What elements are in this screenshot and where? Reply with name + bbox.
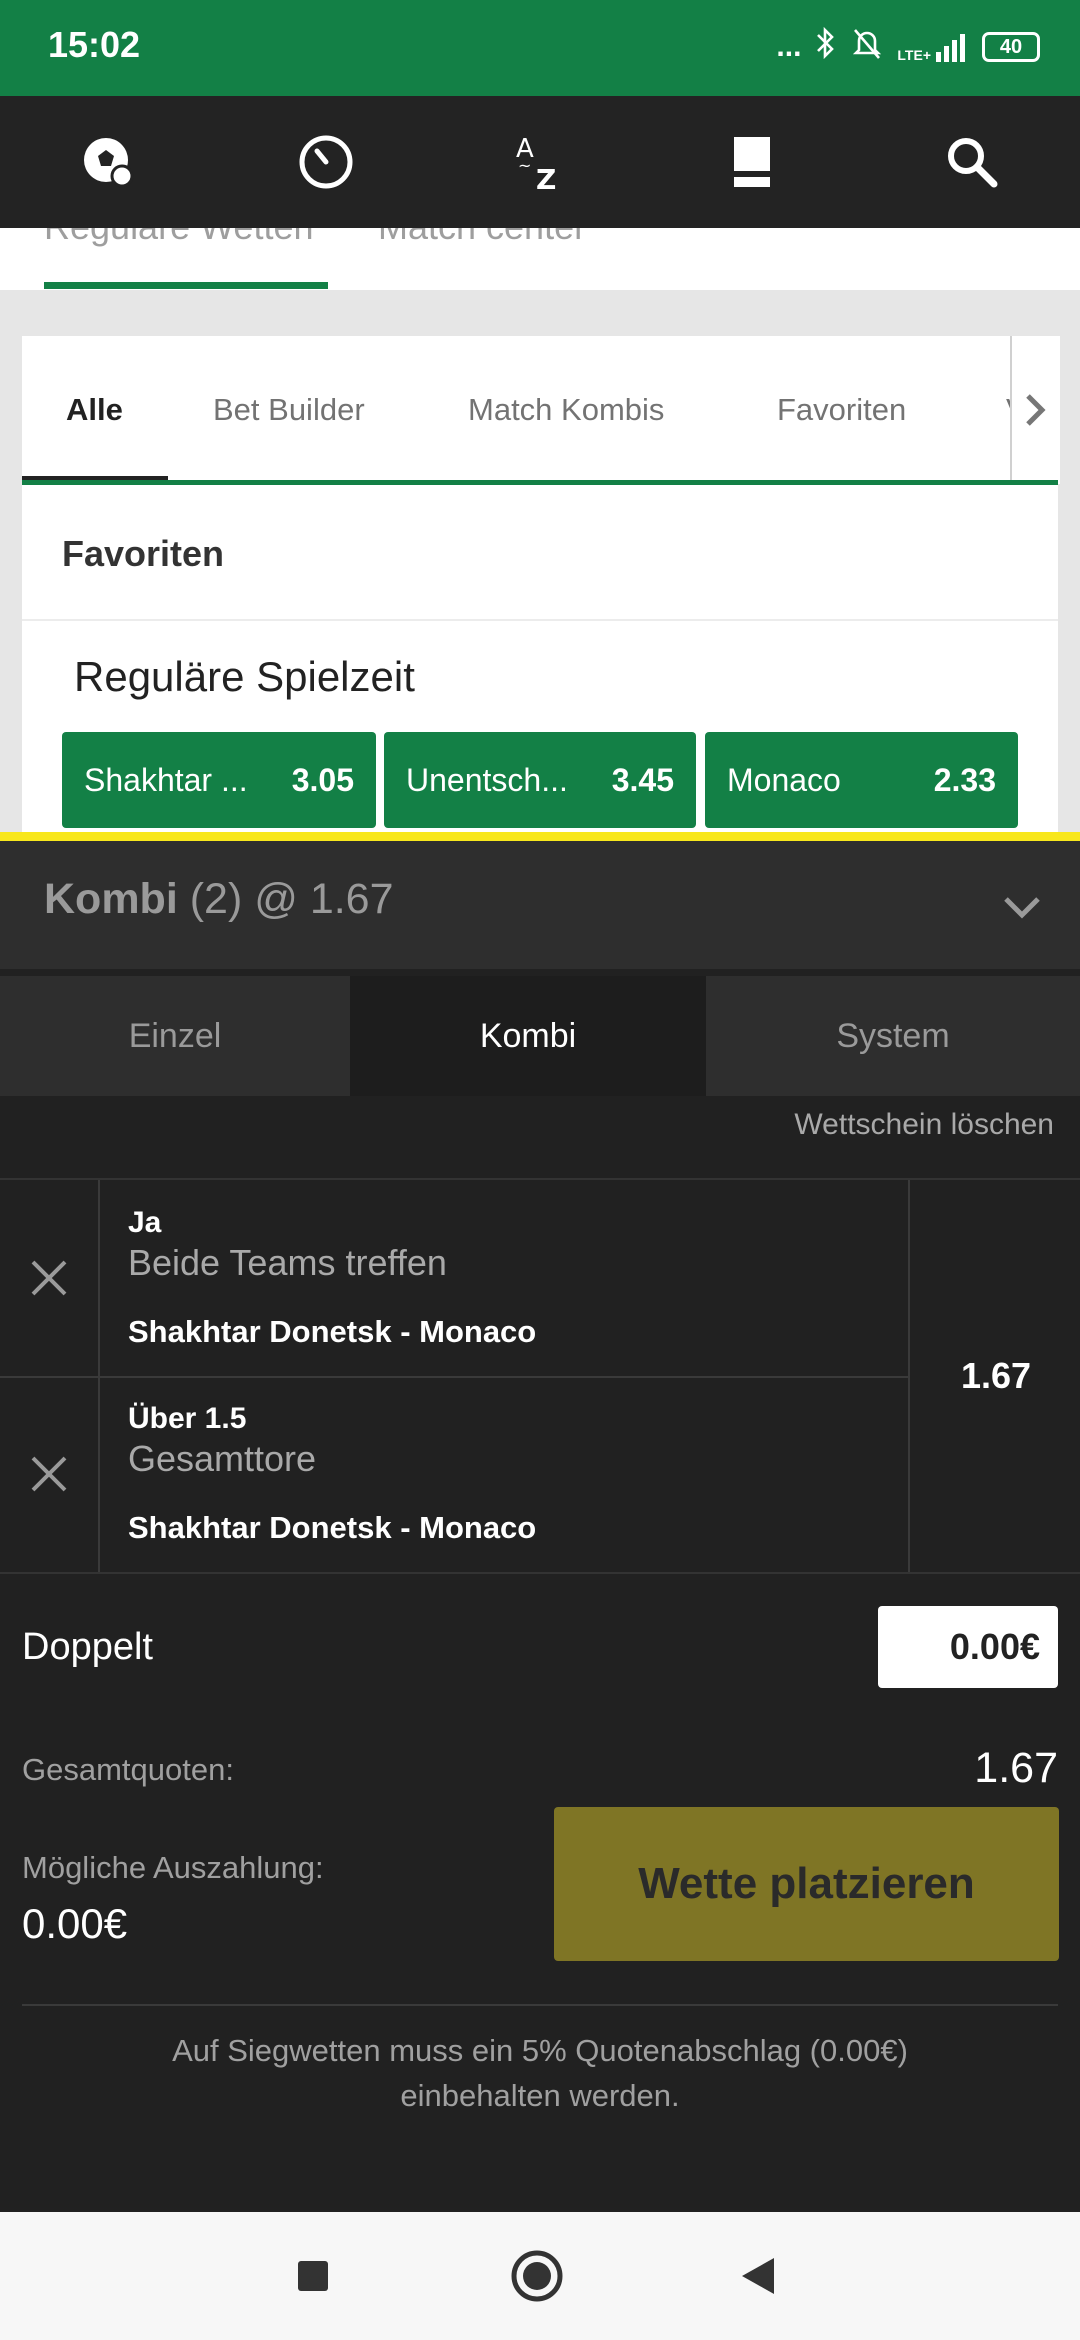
chevron-right-icon[interactable]	[1010, 336, 1060, 484]
odds-value: 3.05	[291, 761, 354, 798]
live-speedometer-icon[interactable]	[286, 122, 366, 202]
market-filter-bar: Alle Bet Builder Match Kombis Favoriten …	[22, 336, 1060, 484]
search-icon[interactable]	[932, 122, 1012, 202]
betslip-top-border	[0, 832, 1080, 841]
total-odds-value: 1.67	[974, 1744, 1058, 1792]
tab-kombi[interactable]: Kombi	[350, 976, 706, 1096]
tab-einzel[interactable]: Einzel	[0, 976, 350, 1096]
stake-input[interactable]: 0.00€	[878, 1606, 1058, 1688]
tab-system[interactable]: System	[706, 976, 1080, 1096]
bet-match: Shakhtar Donetsk - Monaco	[128, 1510, 537, 1545]
status-icons: ... LTE+ 40	[776, 24, 1040, 70]
battery-icon: 40	[982, 32, 1040, 62]
place-bet-button[interactable]: Wette platzieren	[554, 1807, 1059, 1961]
filter-alle[interactable]: Alle	[66, 336, 123, 484]
divider	[0, 1572, 1080, 1574]
bet-list: Ja Beide Teams treffen Shakhtar Donetsk …	[0, 1180, 1080, 1574]
odds-button-home[interactable]: Shakhtar ... 3.05	[62, 732, 376, 828]
clear-betslip-link[interactable]: Wettschein löschen	[794, 1108, 1054, 1142]
odds-value: 3.45	[611, 761, 674, 798]
odds-name: Shakhtar ...	[84, 761, 248, 798]
active-tab-indicator	[44, 282, 328, 289]
payout-label: Mögliche Auszahlung:	[22, 1850, 324, 1885]
odds-value: 2.33	[933, 761, 996, 798]
bet-selection: Über 1.5	[128, 1402, 247, 1435]
chevron-down-icon[interactable]	[1000, 885, 1044, 929]
divider	[22, 2004, 1058, 2006]
bet-item: Über 1.5 Gesamttore Shakhtar Donetsk - M…	[0, 1376, 908, 1574]
bet-type-tabs: Einzel Kombi System	[0, 976, 1080, 1096]
filter-bet-builder[interactable]: Bet Builder	[213, 336, 365, 484]
odds-button-away[interactable]: Monaco 2.33	[705, 732, 1018, 828]
signal-dots-icon: ...	[776, 30, 802, 63]
status-time: 15:02	[48, 24, 141, 65]
top-navigation: A ~ Z	[0, 96, 1080, 228]
remove-bet-close-icon[interactable]	[0, 1180, 100, 1376]
odds-button-draw[interactable]: Unentsch... 3.45	[384, 732, 696, 828]
remove-bet-close-icon[interactable]	[0, 1376, 100, 1572]
betslip-panel: Kombi (2) @ 1.67 Einzel Kombi System Wet…	[0, 832, 1080, 2212]
system-navigation-bar	[0, 2212, 1080, 2340]
market-title: Reguläre Spielzeit	[74, 653, 415, 700]
favorites-title: Favoriten	[62, 533, 225, 574]
bet-market: Beide Teams treffen	[128, 1242, 447, 1283]
recents-square-icon[interactable]	[279, 2242, 347, 2310]
back-triangle-icon[interactable]	[724, 2242, 792, 2310]
tax-note: Auf Siegwetten muss ein 5% Quotenabschla…	[172, 2033, 908, 2113]
bet-item: Ja Beide Teams treffen Shakhtar Donetsk …	[0, 1180, 908, 1378]
bet-match: Shakhtar Donetsk - Monaco	[128, 1314, 537, 1349]
divider	[22, 619, 1058, 621]
lte-signal-icon: LTE+	[897, 32, 968, 62]
tab-match-center[interactable]: Match center	[378, 228, 586, 248]
bell-muted-icon	[851, 26, 883, 68]
filter-favoriten[interactable]: Favoriten	[777, 336, 906, 484]
svg-text:~: ~	[518, 156, 531, 175]
betslip-header[interactable]: Kombi (2) @ 1.67	[0, 841, 1080, 969]
sub-tab-bar: Reguläre Wetten Match center	[0, 228, 1080, 290]
stake-label: Doppelt	[22, 1626, 153, 1668]
status-bar: 15:02 ... LTE+ 40	[0, 0, 1080, 96]
odds-name: Unentsch...	[406, 761, 568, 798]
sports-ball-icon[interactable]	[68, 122, 148, 202]
bet-market: Gesamttore	[128, 1438, 317, 1479]
odds-name: Monaco	[727, 761, 841, 798]
bet-selection: Ja	[128, 1206, 162, 1239]
filter-match-kombis[interactable]: Match Kombis	[468, 336, 664, 484]
home-circle-icon[interactable]	[503, 2242, 571, 2310]
payout-value: 0.00€	[22, 1900, 128, 1947]
betslip-title: Kombi (2) @ 1.67	[44, 875, 394, 923]
betslip-icon[interactable]	[712, 122, 792, 202]
total-odds-label: Gesamtquoten:	[22, 1752, 234, 1787]
combined-odds: 1.67	[908, 1180, 1080, 1572]
svg-text:Z: Z	[536, 163, 556, 193]
event-content: Reguläre Wetten Match center Alle Bet Bu…	[0, 228, 1080, 840]
a-z-icon[interactable]: A ~ Z	[500, 122, 580, 202]
tab-regulare-wetten[interactable]: Reguläre Wetten	[44, 228, 314, 248]
bluetooth-icon	[815, 26, 837, 68]
